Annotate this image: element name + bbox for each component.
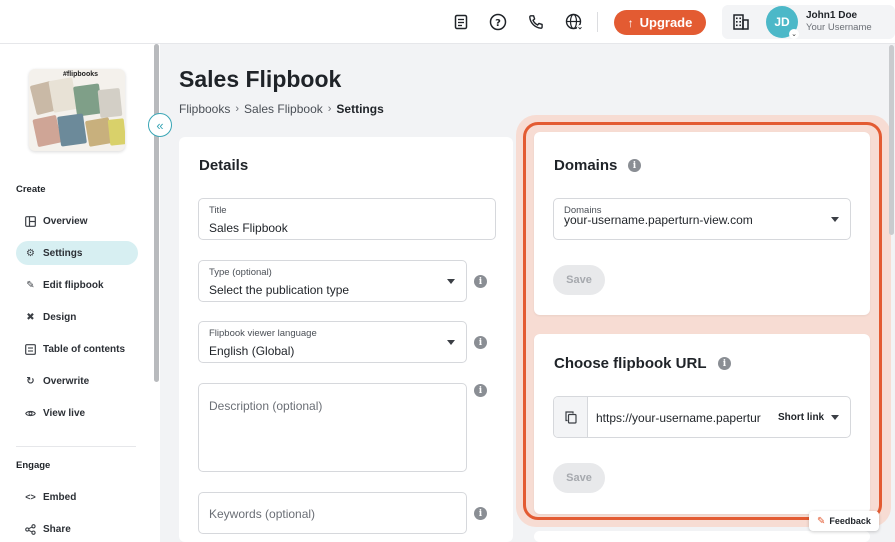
chevron-right-icon: › [235,103,240,115]
user-username: Your Username [806,22,872,33]
sidebar-item-label: Settings [43,247,83,259]
details-card: Details Title Sales Flipbook Type (optio… [179,137,513,542]
keywords-input[interactable]: Keywords (optional) [198,492,467,534]
sidebar-item-label: Table of contents [43,343,126,355]
info-icon[interactable]: i [474,384,487,397]
chevron-down-icon[interactable]: ⌄ [789,29,799,39]
share-icon [25,523,36,535]
type-select-label: Type (optional) [209,267,272,278]
description-textarea[interactable]: Description (optional) [198,383,467,472]
chevron-down-icon [447,340,455,345]
type-select[interactable]: Type (optional) Select the publication t… [198,260,467,302]
type-select-value: Select the publication type [209,283,350,297]
globe-icon[interactable] [564,12,584,32]
highlight-ring [523,122,882,520]
feedback-icon: ✎ [817,515,826,527]
language-select-label: Flipbook viewer language [209,328,317,339]
title-field[interactable]: Title Sales Flipbook [198,198,496,240]
sidebar-item-label: Share [43,523,71,535]
sidebar-item-edit-flipbook[interactable]: ✎ Edit flipbook [16,273,138,297]
flipbook-thumbnail[interactable]: #flipbooks [29,69,125,151]
breadcrumb-sales-flipbook[interactable]: Sales Flipbook [244,102,323,116]
code-icon: <> [25,492,36,502]
upgrade-button[interactable]: ↑ Upgrade [614,10,706,35]
keywords-placeholder: Keywords (optional) [209,507,316,521]
details-title: Details [199,157,249,174]
sidebar-divider [16,446,136,447]
feedback-button[interactable]: ✎ Feedback [809,511,879,531]
gear-icon: ⚙ [26,247,35,259]
description-placeholder: Description (optional) [209,399,323,413]
sidebar-item-label: Edit flipbook [43,279,104,291]
page-title: Sales Flipbook [179,66,342,92]
main-scrollbar[interactable] [889,45,894,235]
breadcrumb-settings: Settings [336,102,384,116]
chevron-right-icon: › [327,103,332,115]
sidebar-item-overview[interactable]: Overview [16,209,138,233]
thumbnail-title: #flipbooks [63,71,99,78]
feedback-label: Feedback [829,516,871,526]
collapse-sidebar-button[interactable]: « [148,113,172,137]
user-name: John1 Doe [806,10,858,21]
title-field-label: Title [209,205,227,216]
sidebar-item-label: Overwrite [43,375,90,387]
sidebar-item-overwrite[interactable]: ↻ Overwrite [16,369,138,393]
toolbar-divider [597,12,598,32]
phone-icon[interactable] [526,12,546,32]
language-select[interactable]: Flipbook viewer language English (Global… [198,321,467,363]
sidebar-item-design[interactable]: ✖ Design [16,305,138,329]
breadcrumb-flipbooks[interactable]: Flipbooks [179,102,230,116]
sidebar-item-label: Design [43,311,77,323]
svg-text:?: ? [495,18,501,29]
next-card [534,531,870,542]
pencil-icon: ✎ [26,279,35,291]
info-icon[interactable]: i [474,336,487,349]
sidebar-item-label: Overview [43,215,88,227]
sidebar-scrollbar[interactable] [154,44,159,382]
title-field-value: Sales Flipbook [209,221,288,235]
sidebar: #flipbooks Create Overview ⚙ Settings ✎ … [0,44,160,542]
sidebar-item-label: Embed [43,491,77,503]
top-bar: ? ↑ Upgrade JD ⌄ John1 Doe Your Username [0,0,895,44]
document-icon[interactable] [451,12,471,32]
breadcrumb: Flipbooks › Sales Flipbook › Settings [179,102,384,116]
sidebar-item-label: View live [43,407,86,419]
sidebar-item-share[interactable]: Share [16,517,138,541]
sidebar-item-table-of-contents[interactable]: Table of contents [16,337,138,361]
help-icon[interactable]: ? [488,12,508,32]
sidebar-item-settings[interactable]: ⚙ Settings [16,241,138,265]
arrow-up-icon: ↑ [627,15,634,30]
refresh-icon: ↻ [26,375,35,387]
layout-icon [25,215,36,227]
list-icon [25,343,36,355]
info-icon[interactable]: i [474,275,487,288]
design-icon: ✖ [26,311,35,323]
upgrade-label: Upgrade [639,15,693,30]
info-icon[interactable]: i [474,507,487,520]
section-engage: Engage [16,460,51,471]
sidebar-item-embed[interactable]: <> Embed [16,485,138,509]
eye-icon [25,408,36,419]
language-select-value: English (Global) [209,344,295,358]
chevron-down-icon [447,279,455,284]
section-create: Create [16,184,46,195]
sidebar-item-view-live[interactable]: View live [16,401,138,425]
building-icon[interactable] [731,12,751,32]
